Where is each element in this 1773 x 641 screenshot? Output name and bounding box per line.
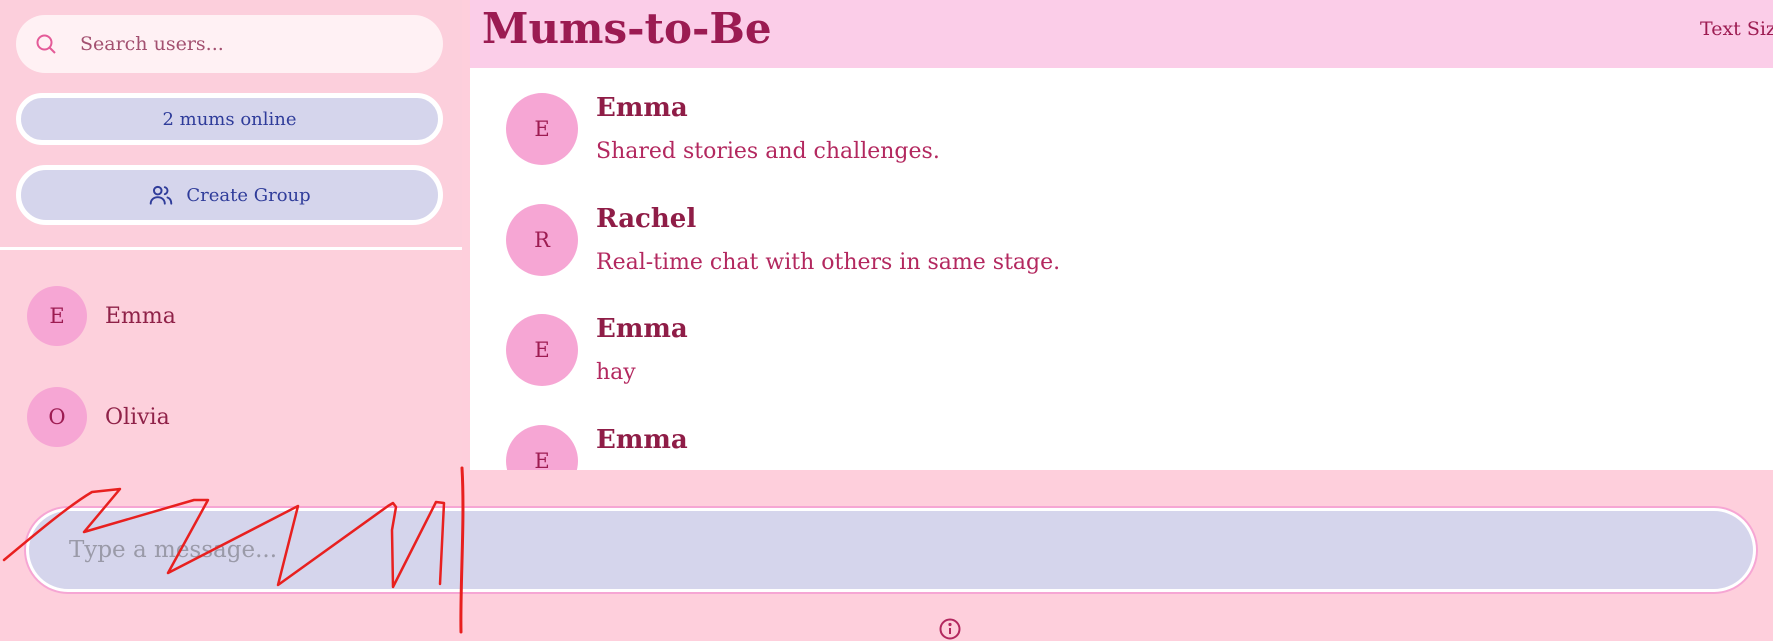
message-list[interactable]: E Emma Shared stories and challenges. R … bbox=[470, 68, 1773, 470]
message-input[interactable] bbox=[67, 536, 1671, 564]
search-input[interactable] bbox=[78, 32, 422, 56]
page-title: Mums-to-Be bbox=[482, 4, 772, 53]
search-box[interactable] bbox=[16, 15, 443, 73]
user-item-olivia[interactable]: O Olivia bbox=[27, 387, 170, 447]
search-icon bbox=[36, 34, 56, 54]
user-name: Olivia bbox=[105, 404, 170, 430]
message-sender: Emma bbox=[596, 314, 688, 344]
message-sender: Emma bbox=[596, 93, 688, 123]
avatar: R bbox=[506, 204, 578, 276]
avatar: E bbox=[506, 425, 578, 470]
chat-panel: Mums-to-Be Text Siz E Emma Shared storie… bbox=[470, 0, 1773, 470]
message-text: Shared stories and challenges. bbox=[596, 139, 940, 164]
online-status-pill: 2 mums online bbox=[16, 93, 443, 145]
message-text: Real-time chat with others in same stage… bbox=[596, 250, 1061, 275]
avatar: E bbox=[27, 286, 87, 346]
avatar: O bbox=[27, 387, 87, 447]
user-item-emma[interactable]: E Emma bbox=[27, 286, 176, 346]
create-group-label: Create Group bbox=[186, 184, 311, 206]
chat-header: Mums-to-Be Text Siz bbox=[470, 0, 1773, 68]
message-sender: Rachel bbox=[596, 204, 697, 234]
message-sender: Emma bbox=[596, 425, 688, 455]
message-composer[interactable] bbox=[26, 508, 1756, 592]
user-name: Emma bbox=[105, 303, 176, 329]
users-icon bbox=[150, 185, 173, 205]
sidebar: 2 mums online Create Group E Emma O Oliv… bbox=[0, 0, 462, 470]
avatar: E bbox=[506, 93, 578, 165]
online-count-label: 2 mums online bbox=[162, 108, 297, 130]
avatar: E bbox=[506, 314, 578, 386]
sidebar-controls: 2 mums online Create Group bbox=[0, 0, 462, 250]
text-size-control[interactable]: Text Siz bbox=[1700, 18, 1773, 40]
create-group-button[interactable]: Create Group bbox=[16, 165, 443, 225]
info-icon[interactable] bbox=[938, 617, 962, 641]
message-text: hay bbox=[596, 360, 636, 385]
